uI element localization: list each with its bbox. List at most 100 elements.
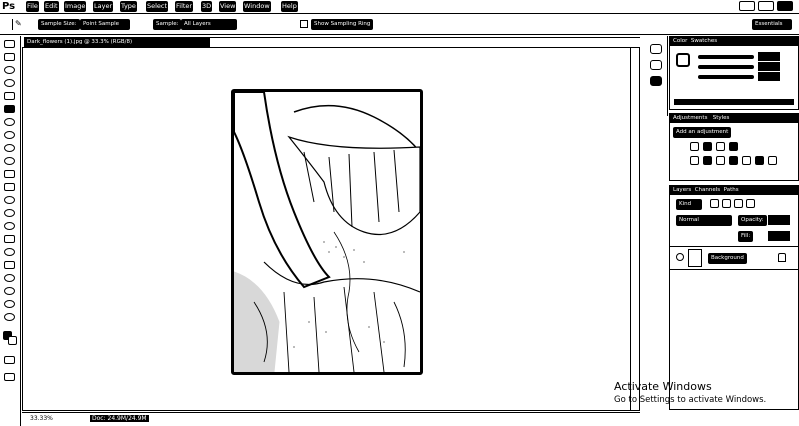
fill-field[interactable] — [768, 231, 790, 241]
menu-help[interactable]: Help — [281, 1, 298, 12]
status-bar: 33.33% Doc: 24.9M/24.9M — [22, 412, 640, 425]
tab-styles[interactable]: Styles — [713, 115, 730, 121]
layer-filter-kind[interactable]: Kind — [676, 199, 702, 210]
type-tool-icon[interactable] — [4, 235, 15, 243]
clone-stamp-icon[interactable] — [4, 144, 15, 152]
black-white-icon[interactable] — [729, 156, 738, 165]
menu-edit[interactable]: Edit — [44, 1, 59, 12]
filter-type-icon[interactable] — [734, 199, 743, 208]
green-slider[interactable] — [698, 65, 754, 69]
dodge-tool-icon[interactable] — [4, 209, 15, 217]
filter-adjustment-icon[interactable] — [722, 199, 731, 208]
history-icon[interactable] — [650, 44, 662, 54]
menu-window[interactable]: Window — [243, 1, 271, 12]
tab-color[interactable]: Color — [673, 38, 687, 44]
adjustments-panel-header: Adjustments Styles — [670, 114, 798, 123]
eyedropper-tool-icon[interactable] — [4, 105, 15, 113]
menu-3d[interactable]: 3D — [201, 1, 213, 12]
opacity-label: Opacity: — [738, 215, 767, 226]
photoshop-logo: Ps — [2, 1, 16, 12]
lasso-tool-icon[interactable] — [4, 66, 15, 74]
menu-file[interactable]: File — [26, 1, 39, 12]
properties-icon[interactable] — [650, 60, 662, 70]
document-image[interactable] — [231, 89, 423, 375]
shape-tool-icon[interactable] — [4, 261, 15, 269]
fill-label: Fill: — [738, 231, 754, 242]
curves-icon[interactable] — [716, 142, 725, 151]
blur-tool-icon[interactable] — [4, 196, 15, 204]
document-tab[interactable]: Dark_flowers (1).jpg @ 33.3% (RGB/8) — [24, 37, 210, 47]
filter-pixel-icon[interactable] — [710, 199, 719, 208]
levels-icon[interactable] — [703, 142, 712, 151]
activate-windows-subtitle: Go to Settings to activate Windows. — [614, 395, 767, 405]
sample-layers-select[interactable]: All Layers — [181, 19, 237, 30]
tab-paths[interactable]: Paths — [724, 187, 739, 193]
path-select-icon[interactable] — [4, 248, 15, 256]
document-info[interactable]: Doc: 24.9M/24.9M — [90, 415, 149, 422]
layer-row[interactable]: Background — [670, 246, 798, 270]
gradient-tool-icon[interactable] — [4, 183, 15, 191]
red-value-field[interactable] — [758, 52, 780, 61]
layer-name[interactable]: Background — [708, 253, 747, 264]
tab-adjustments[interactable]: Adjustments — [673, 115, 707, 121]
visibility-eye-icon[interactable] — [676, 253, 684, 261]
filter-shape-icon[interactable] — [746, 199, 755, 208]
pen-tool-icon[interactable] — [4, 222, 15, 230]
healing-brush-icon[interactable] — [4, 118, 15, 126]
marquee-tool-icon[interactable] — [4, 53, 15, 61]
move-tool-icon[interactable] — [4, 40, 15, 48]
zoom-tool-icon[interactable] — [4, 313, 15, 321]
opacity-field[interactable] — [768, 215, 790, 225]
zoom-level[interactable]: 33.33% — [30, 415, 53, 422]
quick-mask-icon[interactable] — [4, 356, 15, 364]
tools-panel — [0, 36, 21, 426]
tab-layers[interactable]: Layers — [673, 187, 691, 193]
tab-swatches[interactable]: Swatches — [691, 38, 717, 44]
blue-value-field[interactable] — [758, 72, 780, 81]
hue-saturation-icon[interactable] — [703, 156, 712, 165]
tab-channels[interactable]: Channels — [695, 187, 720, 193]
color-ramp[interactable] — [674, 99, 794, 105]
foreground-color-chip[interactable] — [676, 53, 690, 67]
3d-camera-icon[interactable] — [4, 287, 15, 295]
blend-mode-select[interactable]: Normal — [676, 215, 732, 226]
exposure-icon[interactable] — [729, 142, 738, 151]
3d-rotate-icon[interactable] — [4, 274, 15, 282]
eraser-tool-icon[interactable] — [4, 170, 15, 178]
maximize-button[interactable] — [758, 1, 774, 11]
menu-filter[interactable]: Filter — [175, 1, 194, 12]
screen-mode-icon[interactable] — [4, 373, 15, 381]
eyedropper-icon[interactable]: ✎ — [15, 19, 24, 29]
character-icon[interactable] — [650, 76, 662, 86]
channel-mixer-icon[interactable] — [755, 156, 764, 165]
menu-select[interactable]: Select — [146, 1, 169, 12]
quick-select-tool-icon[interactable] — [4, 79, 15, 87]
menu-type[interactable]: Type — [120, 1, 137, 12]
brightness-contrast-icon[interactable] — [690, 142, 699, 151]
close-button[interactable] — [777, 1, 793, 11]
activate-windows-title: Activate Windows — [614, 380, 712, 393]
red-slider[interactable] — [698, 55, 754, 59]
minimize-button[interactable] — [739, 1, 755, 11]
sample-size-select[interactable]: Point Sample — [80, 19, 130, 30]
color-balance-icon[interactable] — [716, 156, 725, 165]
background-color-swatch[interactable] — [8, 336, 17, 345]
color-panel-header: Color Swatches — [670, 37, 798, 46]
crop-tool-icon[interactable] — [4, 92, 15, 100]
menu-layer[interactable]: Layer — [93, 1, 114, 12]
menu-image[interactable]: Image — [64, 1, 87, 12]
menu-view[interactable]: View — [219, 1, 237, 12]
show-sampling-ring-checkbox[interactable] — [300, 20, 308, 28]
hand-tool-icon[interactable] — [4, 300, 15, 308]
workspace-switcher[interactable]: Essentials — [752, 19, 792, 30]
vibrance-icon[interactable] — [690, 156, 699, 165]
photo-filter-icon[interactable] — [742, 156, 751, 165]
brush-tool-icon[interactable] — [4, 131, 15, 139]
color-panel: Color Swatches — [669, 36, 799, 110]
history-brush-icon[interactable] — [4, 157, 15, 165]
tab-bar — [210, 37, 640, 47]
color-lookup-icon[interactable] — [768, 156, 777, 165]
vertical-scrollbar[interactable] — [630, 47, 640, 411]
blue-slider[interactable] — [698, 75, 754, 79]
green-value-field[interactable] — [758, 62, 780, 71]
